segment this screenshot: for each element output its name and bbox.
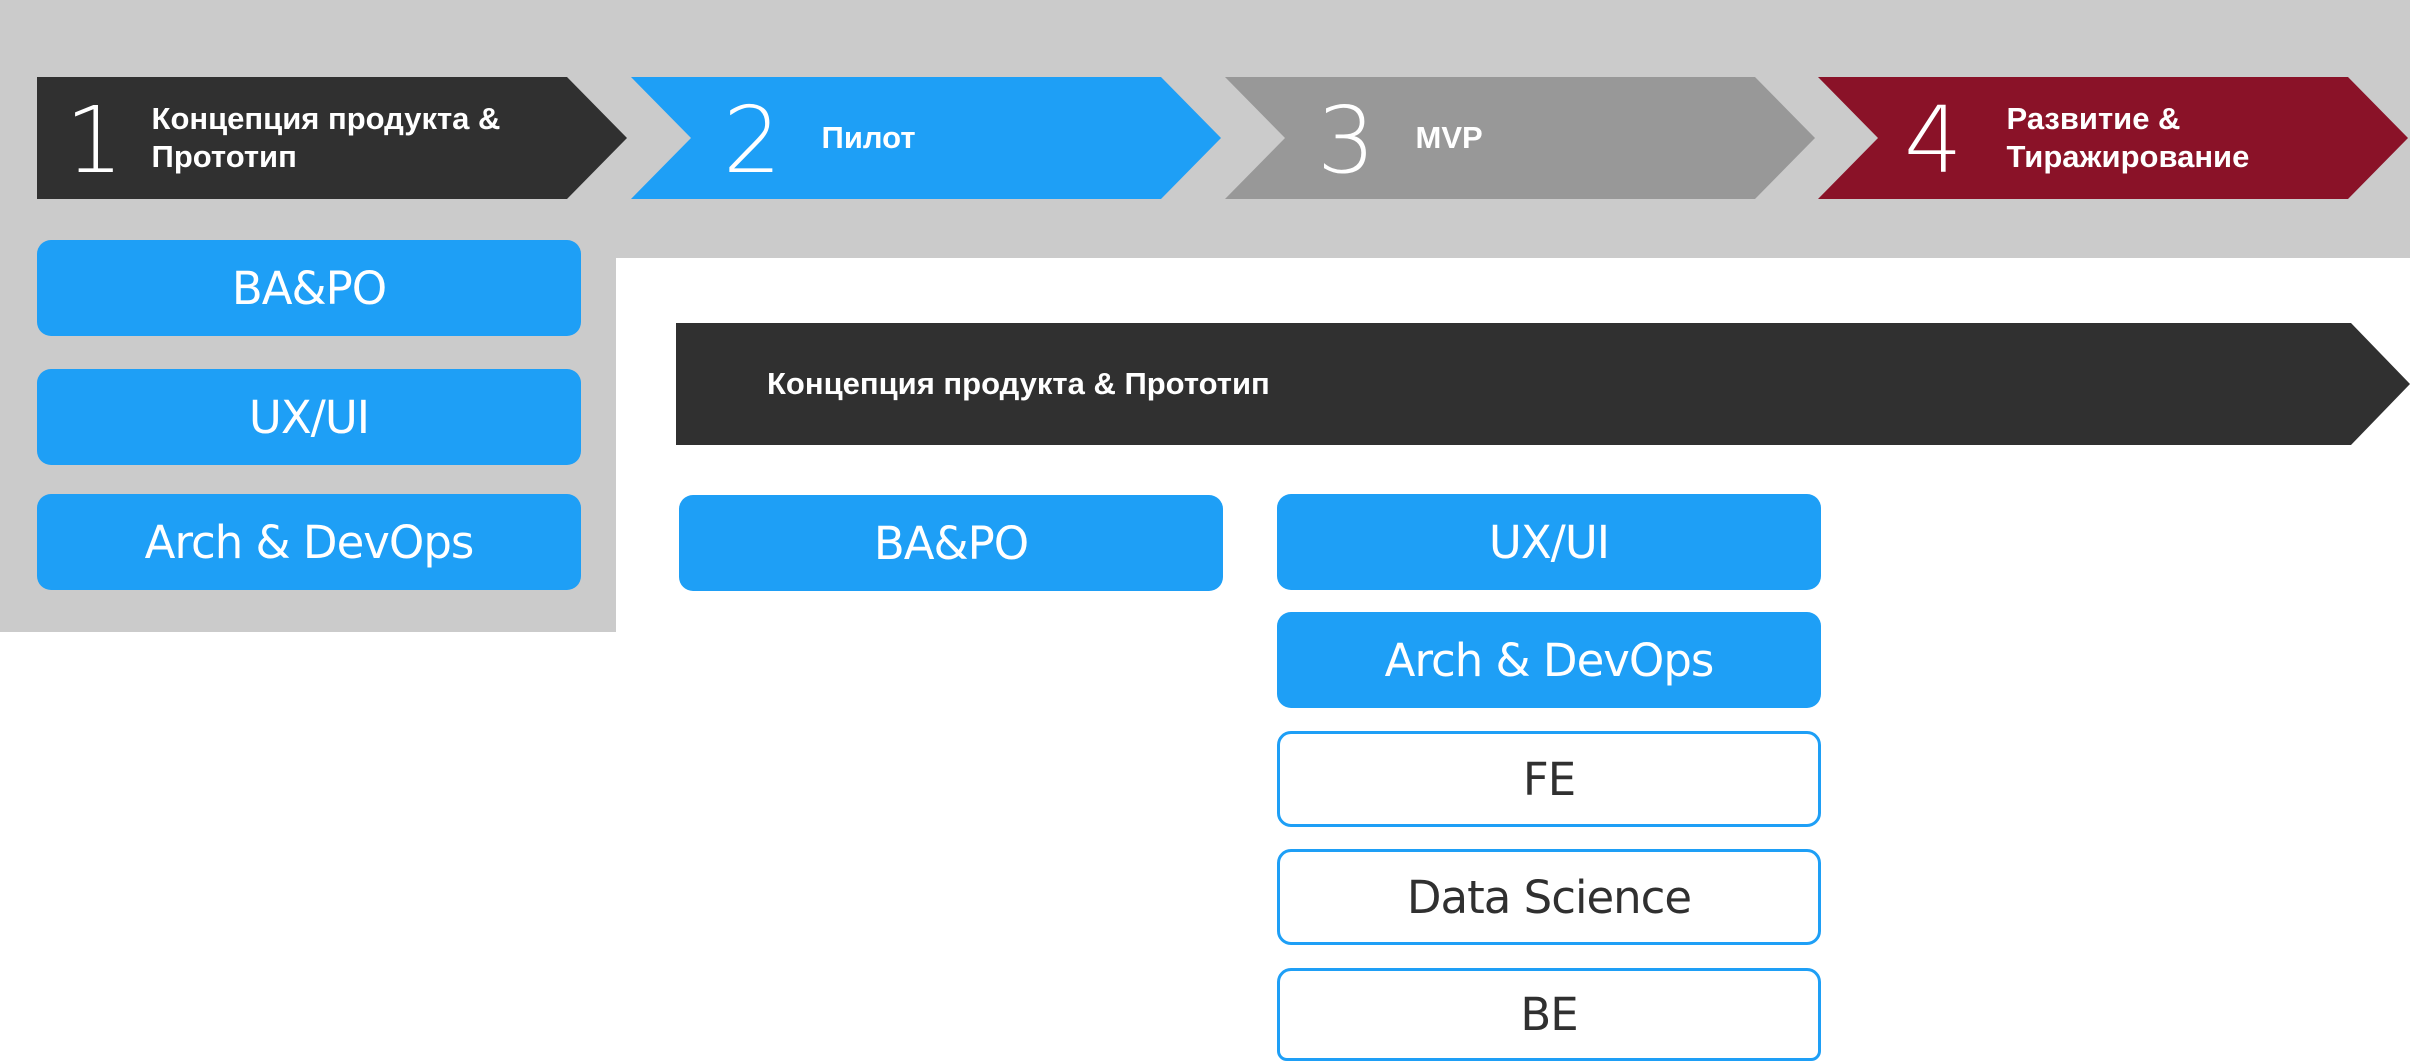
stage-3-chevron: 3 MVP (1225, 77, 1815, 199)
stage-3-label: MVP (1415, 120, 1483, 155)
right-role-be: BE (1277, 968, 1821, 1061)
right-role-data-science: Data Science (1277, 849, 1821, 945)
concept-arrow-label: Концепция продукта & Прототип (767, 366, 1270, 401)
right-role-fe: FE (1277, 731, 1821, 827)
stage-2-chevron: 2 Пилот (631, 77, 1221, 199)
left-role-ux-ui: UX/UI (37, 369, 581, 465)
left-role-arch-devops: Arch & DevOps (37, 494, 581, 590)
left-role-ba-po: BA&PO (37, 240, 581, 336)
stage-2-number: 2 (723, 87, 782, 194)
stage-2-label: Пилот (821, 120, 916, 155)
concept-arrow: Концепция продукта & Прототип (676, 323, 2410, 445)
stage-1-number: 1 (65, 87, 124, 194)
stage-1-label: Концепция продукта & Прототип (151, 101, 501, 174)
stage-4-chevron: 4 Развитие & Тиражирование (1818, 77, 2408, 199)
stage-3-number: 3 (1317, 87, 1376, 194)
right-role-ux-ui: UX/UI (1277, 494, 1821, 590)
stage-4-label: Развитие & Тиражирование (2006, 101, 2250, 174)
stage-1-chevron: 1 Концепция продукта & Прототип (37, 77, 627, 199)
stage-4-number: 4 (1904, 87, 1963, 194)
right-role-arch-devops: Arch & DevOps (1277, 612, 1821, 708)
middle-role-ba-po: BA&PO (679, 495, 1223, 591)
